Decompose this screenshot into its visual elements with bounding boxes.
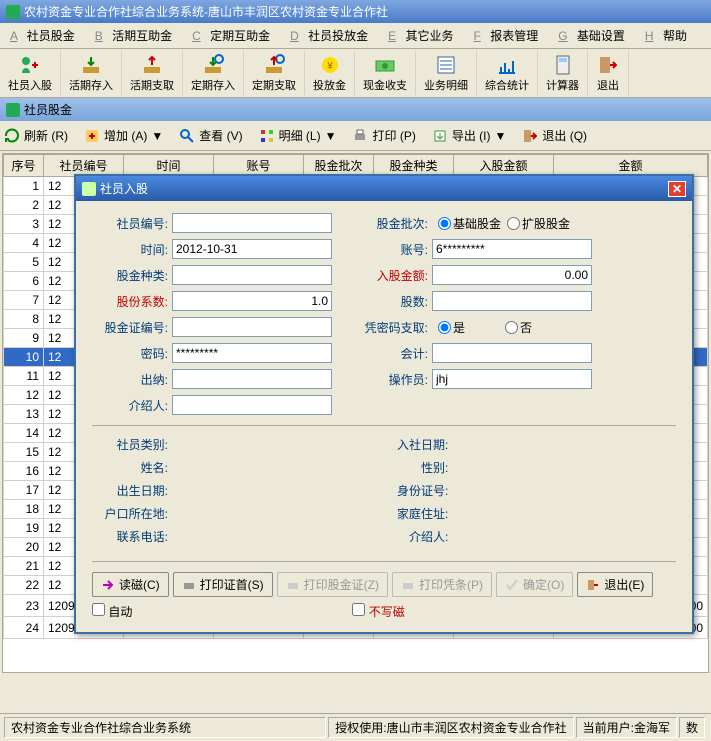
tb-stat[interactable]: 综合统计 [477, 51, 538, 95]
dialog-title: 社员入股 [100, 180, 148, 197]
status-user: 当前用户:金海军 [576, 717, 677, 738]
inp-kind[interactable] [172, 265, 332, 285]
act-detail[interactable]: 明细 (L)▼ [259, 127, 337, 144]
menu-demand[interactable]: B 活期互助金 [89, 25, 184, 46]
inp-cashier[interactable] [172, 369, 332, 389]
lbl-time: 时间: [92, 241, 172, 258]
dialog-member-in: 社员入股 ✕ 社员编号: 股金批次: 基础股金 扩股股金 时间: 账号: 股金种… [74, 174, 694, 634]
lbl-acc: 会计: [352, 345, 432, 362]
status-left: 农村资金专业合作社综合业务系统 [4, 717, 326, 738]
main-toolbar: 社员入股 活期存入 活期支取 定期存入 定期支取 ¥投放金 现金收支 业务明细 … [0, 49, 711, 98]
radio-no[interactable] [505, 321, 518, 334]
view-titlebar: 社员股金 [0, 98, 711, 121]
svg-text:¥: ¥ [326, 61, 333, 72]
menubar: A 社员股金 B 活期互助金 C 定期互助金 D 社员投放金 E 其它业务 F … [0, 23, 711, 49]
btn-dlg-exit[interactable]: 退出(E) [577, 572, 653, 597]
lbl-intro: 介绍人: [92, 397, 172, 414]
tb-put[interactable]: ¥投放金 [305, 51, 355, 95]
lbl-kind: 股金种类: [92, 267, 172, 284]
act-find[interactable]: 查看 (V) [179, 127, 242, 144]
menu-other[interactable]: E 其它业务 [382, 25, 465, 46]
menu-fixed[interactable]: C 定期互助金 [186, 25, 282, 46]
tb-detail[interactable]: 业务明细 [416, 51, 477, 95]
act-export[interactable]: 导出 (I)▼ [432, 127, 507, 144]
inp-intro[interactable] [172, 395, 332, 415]
inp-count[interactable] [432, 291, 592, 311]
lbl-oper: 操作员: [352, 371, 432, 388]
tb-calc[interactable]: 计算器 [538, 51, 588, 95]
chk-auto[interactable]: 自动 [92, 603, 132, 620]
statusbar: 农村资金专业合作社综合业务系统 授权使用:唐山市丰润区农村资金专业合作社 当前用… [0, 713, 711, 741]
tb-member-in[interactable]: 社员入股 [0, 51, 61, 95]
act-refresh[interactable]: 刷新 (R) [4, 127, 68, 144]
inp-amount[interactable] [432, 265, 592, 285]
btn-print-share: 打印股金证(Z) [277, 572, 388, 597]
tb-cash[interactable]: 现金收支 [355, 51, 416, 95]
inp-member[interactable] [172, 213, 332, 233]
menu-help[interactable]: H 帮助 [639, 25, 699, 46]
inp-acc[interactable] [432, 343, 592, 363]
inp-time[interactable] [172, 239, 332, 259]
app-icon [6, 5, 20, 19]
tb-exit[interactable]: 退出 [588, 51, 629, 95]
lbl-cert: 股金证编号: [92, 319, 172, 336]
inp-cert[interactable] [172, 317, 332, 337]
chk-nowrite[interactable]: 不写磁 [352, 603, 404, 620]
radio-expand[interactable] [507, 217, 520, 230]
dialog-titlebar[interactable]: 社员入股 ✕ [76, 176, 692, 201]
lbl-acct: 账号: [352, 241, 432, 258]
view-icon [6, 103, 20, 117]
app-titlebar: 农村资金专业合作社综合业务系统-唐山市丰润区农村资金专业合作社 [0, 0, 711, 23]
act-exit[interactable]: 退出 (Q) [522, 127, 587, 144]
status-extra: 数 [679, 717, 705, 738]
view-title: 社员股金 [24, 101, 72, 118]
lbl-batch: 股金批次: [352, 215, 432, 232]
menu-member-share[interactable]: A 社员股金 [4, 25, 87, 46]
dialog-icon [82, 182, 96, 196]
inp-acct[interactable] [432, 239, 592, 259]
tb-fixed-out[interactable]: 定期支取 [244, 51, 305, 95]
act-add[interactable]: 增加 (A)▼ [84, 127, 163, 144]
menu-put[interactable]: D 社员投放金 [284, 25, 380, 46]
lbl-coef: 股份系数: [92, 293, 172, 310]
inp-oper[interactable] [432, 369, 592, 389]
member-info: 社员类别: 入社日期: 姓名: 性别: 出生日期: 身份证号: 户口所在地: 家… [92, 436, 676, 551]
view-toolbar: 刷新 (R) 增加 (A)▼ 查看 (V) 明细 (L)▼ 打印 (P) 导出 … [0, 121, 711, 151]
menu-settings[interactable]: G 基础设置 [552, 25, 637, 46]
radio-basic[interactable] [438, 217, 451, 230]
lbl-cashier: 出纳: [92, 371, 172, 388]
close-icon[interactable]: ✕ [668, 181, 686, 197]
tb-demand-in[interactable]: 活期存入 [61, 51, 122, 95]
inp-coef[interactable] [172, 291, 332, 311]
tb-fixed-in[interactable]: 定期存入 [183, 51, 244, 95]
lbl-count: 股数: [352, 293, 432, 310]
btn-print-cert[interactable]: 打印证首(S) [173, 572, 273, 597]
btn-print-voucher: 打印凭条(P) [392, 572, 492, 597]
act-print[interactable]: 打印 (P) [352, 127, 415, 144]
lbl-pwd: 密码: [92, 345, 172, 362]
tb-demand-out[interactable]: 活期支取 [122, 51, 183, 95]
menu-report[interactable]: F 报表管理 [468, 25, 551, 46]
btn-ok: 确定(O) [496, 572, 573, 597]
app-title: 农村资金专业合作社综合业务系统-唐山市丰润区农村资金专业合作社 [24, 3, 388, 20]
lbl-pwdget: 凭密码支取: [352, 319, 432, 336]
radio-yes[interactable] [438, 321, 451, 334]
lbl-member: 社员编号: [92, 215, 172, 232]
inp-pwd[interactable] [172, 343, 332, 363]
btn-read-mag[interactable]: 读磁(C) [92, 572, 169, 597]
lbl-amount: 入股金额: [352, 267, 432, 284]
status-auth: 授权使用:唐山市丰润区农村资金专业合作社 [328, 717, 573, 738]
